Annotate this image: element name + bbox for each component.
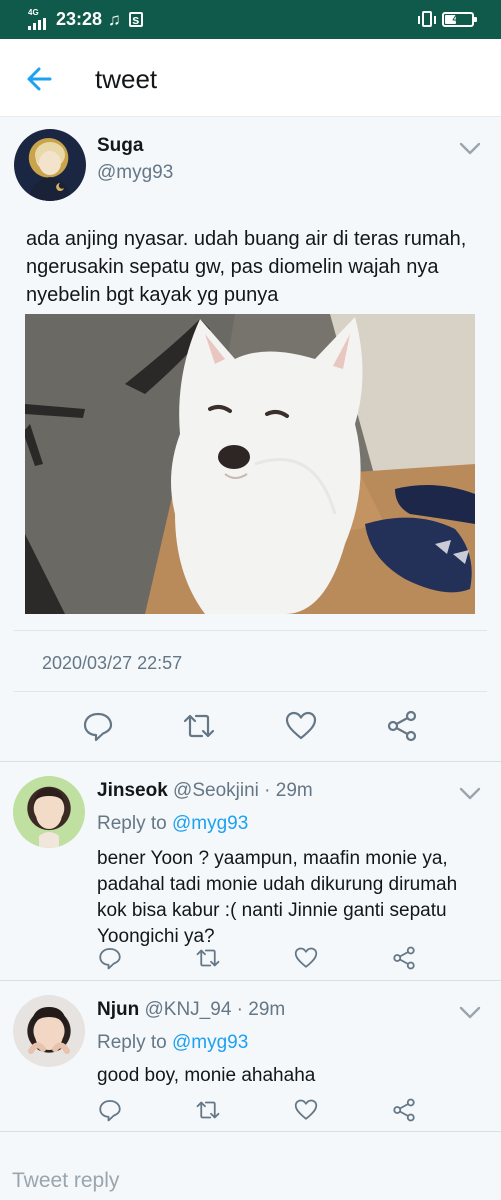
reply-to-link[interactable]: @myg93 — [172, 813, 248, 834]
heart-icon — [285, 711, 316, 740]
share-icon — [393, 946, 415, 970]
avatar[interactable] — [13, 776, 85, 848]
reply-to-link[interactable]: @myg93 — [172, 1032, 248, 1053]
avatar-photo — [28, 1007, 70, 1054]
tweet-actions — [50, 703, 450, 749]
retweet-button[interactable] — [195, 1095, 221, 1125]
signal-group: 4G — [28, 7, 48, 30]
dog-photo — [25, 314, 475, 614]
display-name[interactable]: Jinseok — [97, 780, 168, 801]
status-bar: 4G 23:28 ♫ s 41 — [0, 0, 501, 39]
music-note-icon: ♫ — [108, 9, 121, 29]
display-name[interactable]: Suga — [97, 135, 143, 157]
reply-actions — [97, 943, 417, 973]
like-button[interactable] — [253, 703, 349, 749]
retweet-button[interactable] — [151, 703, 247, 749]
user-handle[interactable]: @myg93 — [97, 162, 173, 184]
status-left: 4G 23:28 ♫ s — [28, 7, 143, 30]
reply-to-label: Reply to — [97, 1032, 172, 1053]
tweet-text: ada anjing nyasar. udah buang air di ter… — [26, 228, 467, 306]
reply-to: Reply to @myg93 — [97, 1032, 248, 1054]
retweet-button[interactable] — [195, 943, 221, 973]
avatar-photo — [28, 142, 72, 201]
battery-icon: 41 — [442, 11, 477, 27]
notification-icon: s — [128, 12, 143, 27]
chevron-down-icon[interactable] — [459, 142, 481, 156]
reply-button[interactable] — [97, 1095, 123, 1125]
reply-icon — [99, 948, 121, 970]
tweet-timestamp: 2020/03/27 22:57 — [42, 653, 183, 673]
reply-header: Jinseok @Seokjini · 29m — [97, 780, 313, 802]
retweet-icon — [196, 1101, 220, 1119]
back-button[interactable] — [22, 61, 58, 97]
share-icon — [387, 710, 417, 742]
page-title: tweet — [95, 64, 158, 94]
display-name[interactable]: Njun — [97, 999, 139, 1020]
signal-icon — [28, 17, 46, 30]
reply-composer — [0, 1131, 501, 1200]
avatar-photo — [33, 788, 65, 848]
divider — [14, 691, 487, 692]
heart-icon — [294, 1099, 318, 1120]
share-button[interactable] — [391, 1095, 417, 1125]
reply-header: Njun @KNJ_94 · 29m — [97, 999, 285, 1021]
network-type: 4G — [28, 7, 39, 17]
retweet-icon — [196, 949, 220, 967]
chevron-down-icon[interactable] — [459, 787, 481, 801]
reply-button[interactable] — [97, 943, 123, 973]
reply-to-label: Reply to — [97, 813, 172, 834]
retweet-icon — [184, 714, 215, 738]
status-right: 41 — [418, 11, 477, 27]
divider — [14, 630, 487, 631]
app-header: tweet — [0, 39, 501, 117]
reply-icon — [83, 712, 113, 742]
avatar[interactable] — [14, 129, 86, 201]
reply-to: Reply to @myg93 — [97, 813, 248, 835]
reply-text: bener Yoon ? yaampun, maafin monie ya, p… — [97, 848, 458, 947]
tweet-photo[interactable] — [25, 314, 475, 614]
status-time: 23:28 — [56, 9, 103, 29]
user-handle[interactable]: @Seokjini — [173, 780, 259, 801]
like-button[interactable] — [293, 1095, 319, 1125]
reply-icon — [99, 1100, 121, 1122]
avatar[interactable] — [13, 995, 85, 1067]
reply-age: · 29m — [258, 780, 313, 801]
reply-button[interactable] — [50, 703, 146, 749]
chevron-down-icon[interactable] — [459, 1006, 481, 1020]
battery-level: 41 — [452, 13, 464, 25]
reply-age: · 29m — [231, 999, 286, 1020]
arrow-left-icon — [27, 67, 52, 91]
reply-item[interactable]: Njun @KNJ_94 · 29m Reply to @myg93 good … — [0, 980, 501, 1131]
like-button[interactable] — [293, 943, 319, 973]
share-icon — [393, 1098, 415, 1122]
reply-actions — [97, 1095, 417, 1125]
share-button[interactable] — [354, 703, 450, 749]
reply-item[interactable]: Jinseok @Seokjini · 29m Reply to @myg93 … — [0, 761, 501, 980]
heart-icon — [294, 947, 318, 968]
vibrate-icon — [418, 11, 436, 27]
main-tweet: Suga @myg93 ada anjing nyasar. udah buan… — [0, 117, 501, 761]
user-handle[interactable]: @KNJ_94 — [145, 999, 232, 1020]
tweet-reply-input[interactable] — [0, 1132, 501, 1200]
reply-text: good boy, monie ahahaha — [97, 1065, 316, 1086]
share-button[interactable] — [391, 943, 417, 973]
